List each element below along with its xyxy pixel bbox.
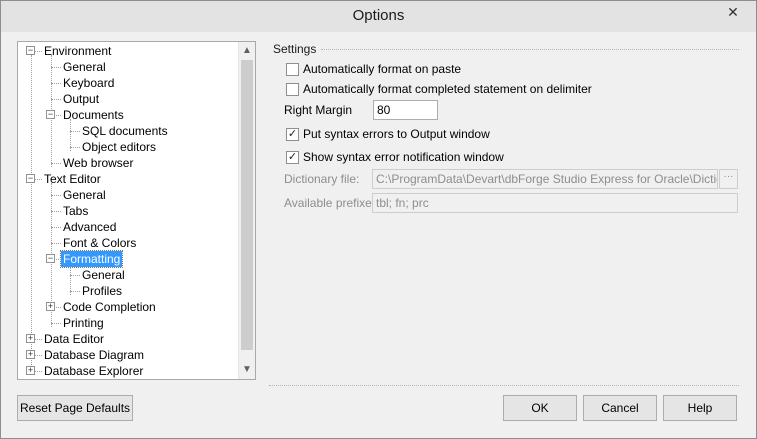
collapse-icon[interactable]: − [26,46,35,55]
tree-item-label: Font & Colors [63,236,137,250]
tree-item[interactable]: Object editors [80,139,158,155]
tree-item[interactable]: Profiles [80,283,124,299]
syntax-error-notification-option[interactable]: ✓ Show syntax error notification window [286,149,504,165]
reset-page-defaults-button[interactable]: Reset Page Defaults [17,395,133,421]
tree-scrollbar[interactable]: ▲ ▼ [238,42,255,379]
tree-item-label: Output [63,92,100,106]
tree-item[interactable]: Environment [42,43,113,59]
collapse-icon[interactable]: − [46,110,55,119]
close-icon[interactable]: ✕ [718,1,748,23]
tree-item[interactable]: Web browser [61,155,135,171]
tree-item[interactable]: Advanced [61,219,118,235]
options-tree[interactable]: Environment − General Keyboard Output Documen… [17,41,256,380]
tree-connector [51,211,61,212]
settings-divider [321,49,739,50]
dictionary-browse-button[interactable]: ··· [719,169,738,189]
available-prefixes-label: Available prefixes: [284,196,382,210]
tree-item[interactable]: General [61,59,108,75]
tree-item[interactable]: Output [61,91,101,107]
tree-item-label: Text Editor [44,172,101,186]
tree-connector [51,243,61,244]
tree-item[interactable]: General [61,187,108,203]
tree-item-label: General [63,60,106,74]
tree-connector [51,67,61,68]
available-prefixes-input[interactable]: tbl; fn; prc [372,193,738,213]
scroll-up-icon[interactable]: ▲ [239,42,255,59]
expand-icon[interactable]: + [46,302,55,311]
tree-connector [70,275,80,276]
tree-connector [51,227,61,228]
tree-item-label: Documents [63,108,124,122]
settings-group-label: Settings [273,42,317,56]
tree-connector [31,55,32,375]
right-margin-label: Right Margin [284,103,353,117]
tree-item-label: Data Editor [44,332,105,346]
tree-item[interactable]: Keyboard [61,75,116,91]
tree-item[interactable]: Data Editor [42,331,106,347]
syntax-error-notification-checkbox[interactable]: ✓ [286,150,299,164]
tree-item[interactable]: SQL documents [80,123,170,139]
tree-connector [51,163,61,164]
tree-item[interactable]: Database Explorer [42,363,145,379]
tree-item-label: Database Diagram [44,348,145,362]
syntax-errors-output-checkbox[interactable]: ✓ [286,127,299,141]
tree-item-label: Formatting [59,250,124,268]
syntax-errors-output-label: Put syntax errors to Output window [303,127,490,141]
tree-item-label: Tabs [63,204,89,218]
tree-item-label: Profiles [82,284,123,298]
help-button[interactable]: Help [663,395,737,421]
tree-item-label: General [82,268,125,282]
tree-item-label: Object editors [82,140,157,154]
auto-format-delimiter-option[interactable]: Automatically format completed statement… [286,81,592,97]
tree-item-label: Code Completion [63,300,156,314]
collapse-icon[interactable]: − [46,254,55,263]
tree-item-label: Printing [63,316,104,330]
tree-item-label: General [63,188,106,202]
tree-item-label: Database Explorer [44,364,144,378]
right-margin-input[interactable]: 80 [373,100,438,120]
scroll-down-icon[interactable]: ▼ [239,361,255,378]
ok-button[interactable]: OK [503,395,577,421]
tree-item[interactable]: Text Editor [42,171,103,187]
auto-format-delimiter-checkbox[interactable] [286,82,299,96]
tree-item-label: SQL documents [82,124,168,138]
tree-item-label: Advanced [63,220,117,234]
tree-item[interactable]: Documents [61,107,126,123]
tree-connector [51,195,61,196]
tree-connector [51,323,61,324]
tree-item[interactable]: General [80,267,127,283]
dictionary-file-input[interactable]: C:\ProgramData\Devart\dbForge Studio Exp… [372,169,718,189]
tree-connector [70,147,80,148]
tree-item[interactable]: Database Diagram [42,347,146,363]
expand-icon[interactable]: + [26,334,35,343]
expand-icon[interactable]: + [26,350,35,359]
scroll-thumb[interactable] [241,60,253,350]
tree-item-label: Keyboard [63,76,115,90]
tree-item[interactable]: Font & Colors [61,235,138,251]
dictionary-file-label: Dictionary file: [284,172,360,186]
syntax-errors-output-option[interactable]: ✓ Put syntax errors to Output window [286,126,490,142]
title-bar: Options ✕ [1,1,756,32]
options-dialog: Options ✕ Environment − General Keyboard Out… [0,0,757,439]
tree-item[interactable]: Tabs [61,203,90,219]
tree-connector [70,291,80,292]
cancel-button[interactable]: Cancel [583,395,657,421]
auto-format-delimiter-label: Automatically format completed statement… [303,82,592,96]
bottom-divider [269,385,739,386]
tree-connector [51,99,61,100]
tree-item-label: Environment [44,44,112,58]
auto-format-paste-checkbox[interactable] [286,62,299,76]
tree-item[interactable]: Printing [61,315,106,331]
expand-icon[interactable]: + [26,366,35,375]
window-title: Options [352,7,405,24]
syntax-error-notification-label: Show syntax error notification window [303,150,504,164]
auto-format-paste-label: Automatically format on paste [303,62,462,76]
tree-connector [51,83,61,84]
tree-item[interactable]: Code Completion [61,299,158,315]
auto-format-paste-option[interactable]: Automatically format on paste [286,61,461,77]
tree-connector [70,131,80,132]
collapse-icon[interactable]: − [26,174,35,183]
tree-item[interactable]: Formatting [59,250,124,268]
tree-item-label: Web browser [63,156,134,170]
